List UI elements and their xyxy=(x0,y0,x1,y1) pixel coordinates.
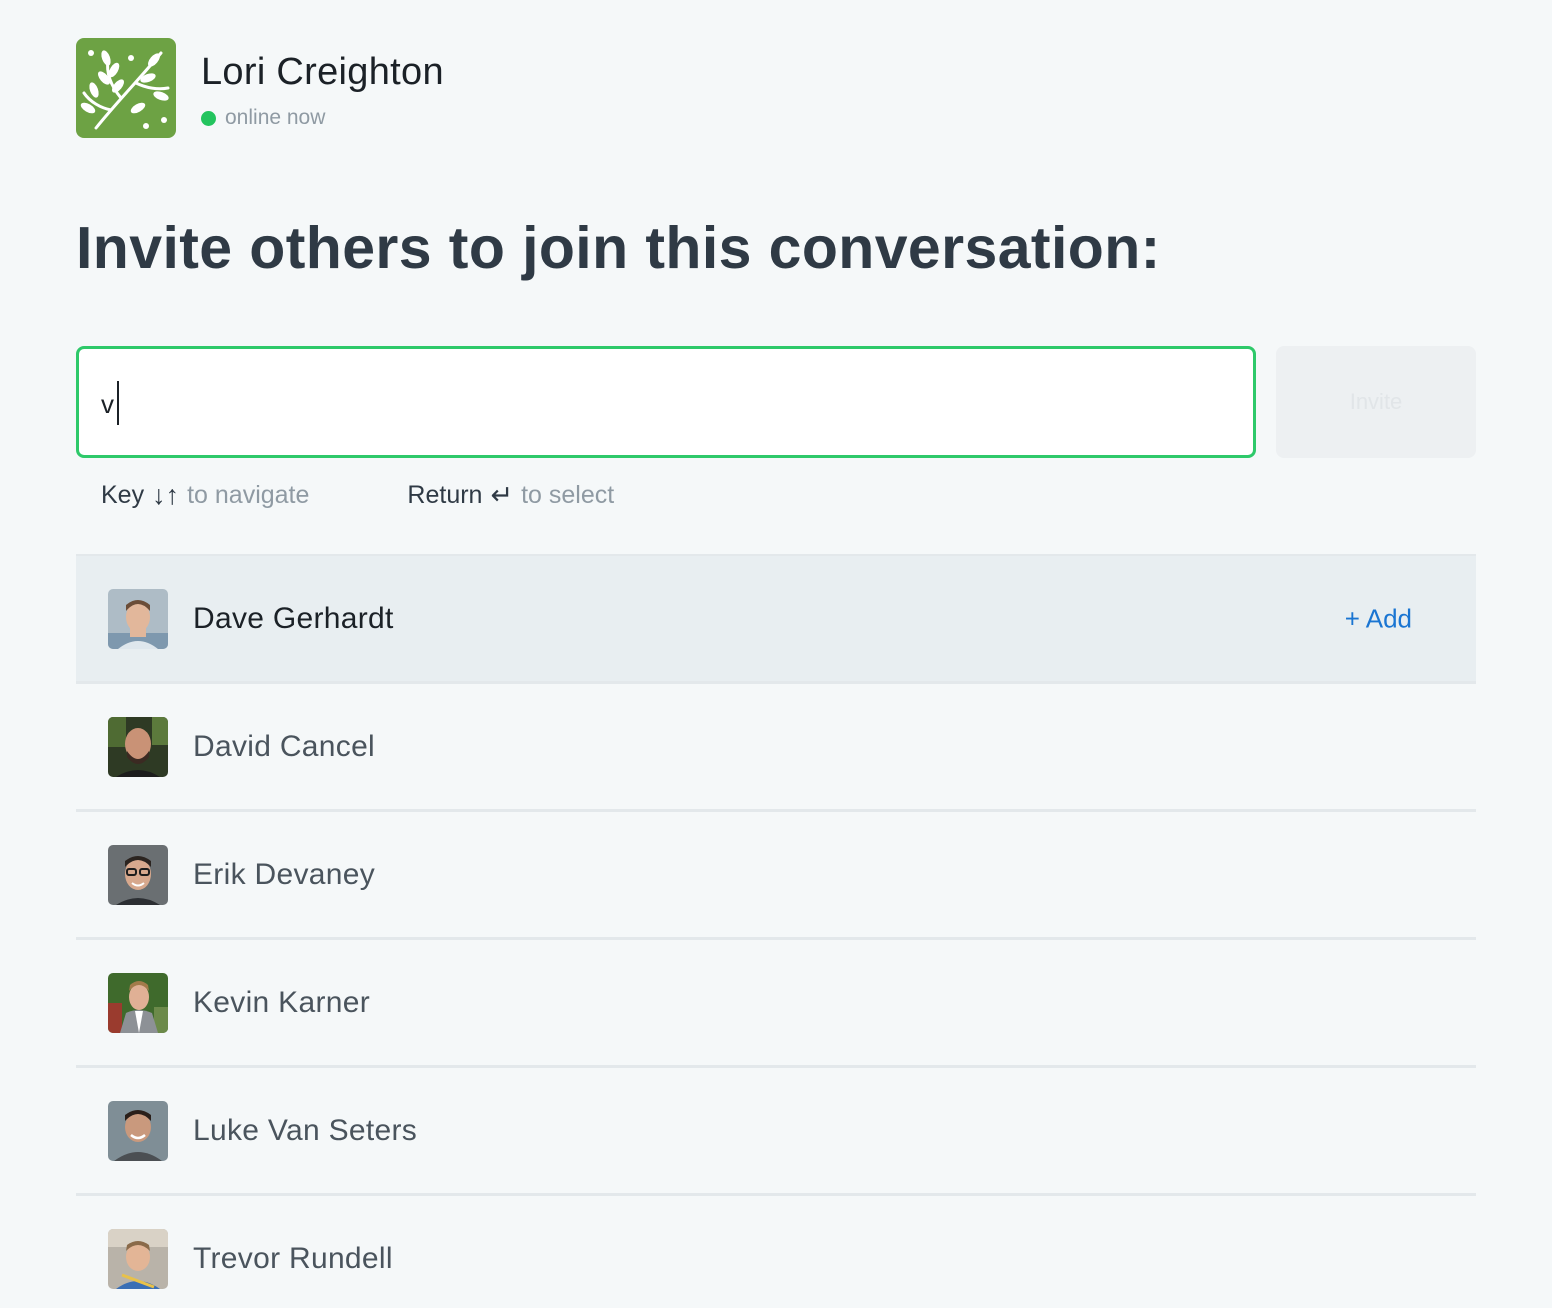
invite-page: Lori Creighton online now Invite others … xyxy=(0,0,1552,1308)
user-info: Lori Creighton online now xyxy=(201,38,444,130)
list-item[interactable]: Trevor Rundell xyxy=(76,1196,1476,1308)
avatar xyxy=(108,972,168,1033)
hint-key-label: Return xyxy=(407,481,483,509)
person-name: Luke Van Seters xyxy=(193,1113,418,1147)
person-name: Kevin Karner xyxy=(193,985,371,1019)
list-item[interactable]: Erik Devaney xyxy=(76,812,1476,940)
list-item[interactable]: Kevin Karner xyxy=(76,940,1476,1068)
arrow-keys-icon: ↓↑ xyxy=(152,480,180,510)
person-name: Trevor Rundell xyxy=(193,1241,393,1275)
add-person-button[interactable]: + Add xyxy=(1345,603,1412,634)
search-input-value[interactable]: v xyxy=(101,389,114,420)
hint-description: to select xyxy=(521,481,615,509)
person-name: David Cancel xyxy=(193,729,376,763)
hint-description: to navigate xyxy=(187,481,310,509)
leaf-branch-icon xyxy=(76,38,176,138)
avatar xyxy=(108,1100,168,1161)
avatar xyxy=(108,588,168,649)
user-name: Lori Creighton xyxy=(201,51,444,93)
list-item[interactable]: David Cancel xyxy=(76,684,1476,812)
people-list: Dave Gerhardt + Add David Cancel Erik De… xyxy=(76,554,1476,1308)
list-item[interactable]: Luke Van Seters xyxy=(76,1068,1476,1196)
status-text: online now xyxy=(225,106,326,129)
return-key-icon: ↵ xyxy=(490,480,514,510)
avatar xyxy=(108,844,168,905)
online-dot-icon xyxy=(201,110,216,126)
person-name: Erik Devaney xyxy=(193,857,376,891)
keyboard-hints: Key ↓↑ to navigate Return ↵ to select xyxy=(101,478,614,512)
avatar xyxy=(108,1228,168,1289)
invite-search-input[interactable]: v xyxy=(76,346,1256,458)
person-name: Dave Gerhardt xyxy=(193,601,394,635)
page-title: Invite others to join this conversation: xyxy=(76,215,1161,281)
list-item[interactable]: Dave Gerhardt + Add xyxy=(76,554,1476,684)
hint-key-label: Key xyxy=(101,481,145,509)
text-caret xyxy=(117,381,119,425)
invite-button[interactable]: Invite xyxy=(1276,346,1476,458)
select-hint: Return ↵ to select xyxy=(407,478,614,512)
conversation-header: Lori Creighton online now xyxy=(76,38,444,138)
status-row: online now xyxy=(201,106,444,130)
avatar xyxy=(108,716,168,777)
navigate-hint: Key ↓↑ to navigate xyxy=(101,478,309,512)
